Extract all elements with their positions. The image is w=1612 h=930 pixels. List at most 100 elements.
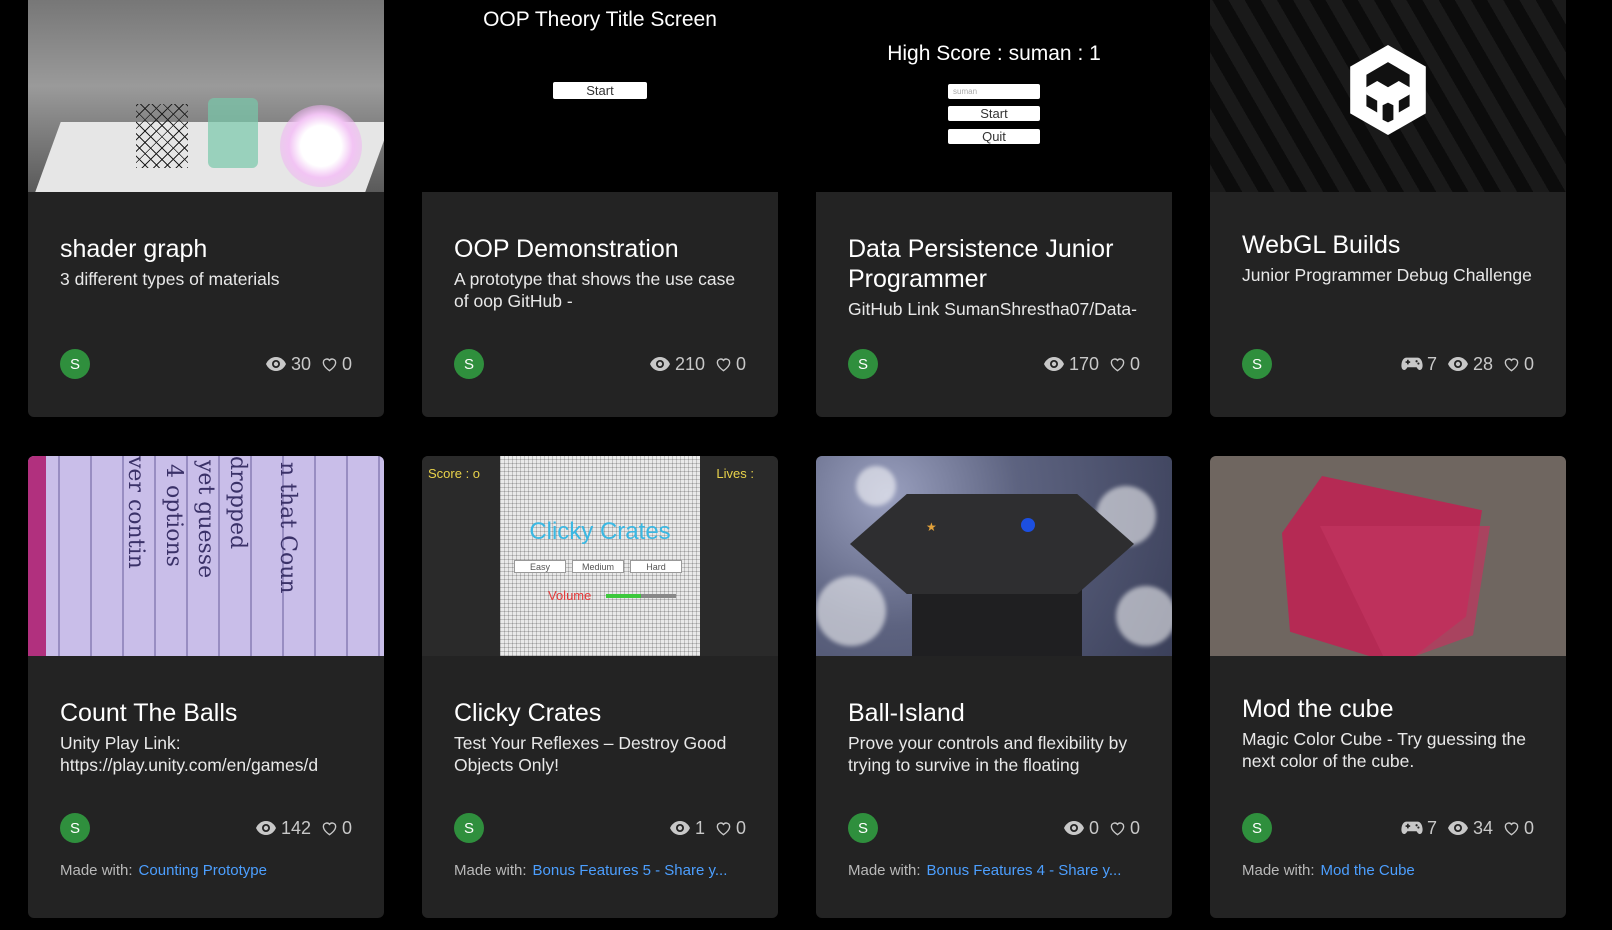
like-button[interactable]: 0 xyxy=(1503,818,1534,839)
heart-icon xyxy=(1110,821,1125,835)
avatar[interactable]: S xyxy=(848,813,878,843)
project-card[interactable]: OOP Theory Title Screen Start OOP Demons… xyxy=(422,0,778,417)
avatar[interactable]: S xyxy=(60,813,90,843)
like-button[interactable]: 0 xyxy=(1109,354,1140,375)
eye-icon xyxy=(265,357,286,371)
project-thumbnail[interactable] xyxy=(28,0,384,192)
project-thumbnail[interactable] xyxy=(1210,0,1566,192)
made-with-label: Made with: xyxy=(1242,862,1315,879)
views-count: 34 xyxy=(1472,817,1493,838)
project-card[interactable]: WebGL Builds Junior Programmer Debug Cha… xyxy=(1210,0,1566,417)
project-card[interactable]: shader graph 3 different types of materi… xyxy=(28,0,384,417)
likes-count: 0 xyxy=(1523,353,1534,374)
project-title[interactable]: Data Persistence Junior Programmer xyxy=(848,234,1140,294)
made-with-label: Made with: xyxy=(454,862,527,879)
eye-icon xyxy=(1447,821,1468,835)
views-stat: 30 xyxy=(265,354,311,375)
avatar[interactable]: S xyxy=(454,349,484,379)
project-card[interactable]: Score : o Lives : Clicky Crates Easy Med… xyxy=(422,456,778,918)
avatar[interactable]: S xyxy=(454,813,484,843)
eye-icon xyxy=(669,821,690,835)
views-count: 28 xyxy=(1472,353,1493,374)
made-with-link[interactable]: Bonus Features 4 - Share y... xyxy=(927,862,1122,879)
likes-count: 0 xyxy=(1129,353,1140,374)
like-button[interactable]: 0 xyxy=(1503,354,1534,375)
project-card[interactable]: High Score : suman : 1 suman Start Quit … xyxy=(816,0,1172,417)
project-description: A prototype that shows the use case of o… xyxy=(454,269,736,311)
project-title[interactable]: Count The Balls xyxy=(60,698,352,728)
likes-count: 0 xyxy=(735,353,746,374)
project-title[interactable]: WebGL Builds xyxy=(1242,230,1534,260)
project-title[interactable]: shader graph xyxy=(60,234,352,264)
likes-count: 0 xyxy=(735,817,746,838)
views-stat: 28 xyxy=(1447,354,1493,375)
project-description: Test Your Reflexes – Destroy Good Object… xyxy=(454,733,727,775)
made-with-label: Made with: xyxy=(60,862,133,879)
likes-count: 0 xyxy=(1129,817,1140,838)
heart-icon xyxy=(1504,821,1519,835)
views-stat: 1 xyxy=(669,818,705,839)
gamepad-icon xyxy=(1401,357,1423,370)
project-thumbnail[interactable]: n that Coun dropped yet guesse 4 options… xyxy=(28,456,384,656)
eye-icon xyxy=(255,821,276,835)
thumbnail-quit-button: Quit xyxy=(948,129,1040,144)
like-button[interactable]: 0 xyxy=(715,354,746,375)
views-count: 142 xyxy=(280,817,311,838)
thumbnail-medium: Medium xyxy=(572,560,624,573)
heart-icon xyxy=(1110,357,1125,371)
views-stat: 0 xyxy=(1063,818,1099,839)
made-with-link[interactable]: Mod the Cube xyxy=(1321,862,1415,879)
project-thumbnail[interactable] xyxy=(1210,456,1566,656)
project-card[interactable]: Mod the cube Magic Color Cube - Try gues… xyxy=(1210,456,1566,918)
views-count: 210 xyxy=(674,353,705,374)
plays-stat: 7 xyxy=(1401,818,1437,839)
views-stat: 170 xyxy=(1043,354,1099,375)
avatar[interactable]: S xyxy=(848,349,878,379)
views-count: 0 xyxy=(1088,817,1099,838)
thumbnail-easy: Easy xyxy=(514,560,566,573)
like-button[interactable]: 0 xyxy=(321,354,352,375)
project-grid: shader graph 3 different types of materi… xyxy=(0,0,1612,930)
views-stat: 142 xyxy=(255,818,311,839)
thumbnail-heading: High Score : suman : 1 xyxy=(887,42,1101,65)
project-description: Prove your controls and flexibility by t… xyxy=(848,733,1128,775)
avatar[interactable]: S xyxy=(1242,813,1272,843)
like-button[interactable]: 0 xyxy=(1109,818,1140,839)
thumbnail-hard: Hard xyxy=(630,560,682,573)
project-card[interactable]: n that Coun dropped yet guesse 4 options… xyxy=(28,456,384,918)
project-description: Junior Programmer Debug Challenge xyxy=(1242,265,1532,285)
thumbnail-start-button: Start xyxy=(553,82,647,99)
eye-icon xyxy=(1043,357,1064,371)
star-icon: ★ xyxy=(926,520,937,534)
like-button[interactable]: 0 xyxy=(321,818,352,839)
views-stat: 210 xyxy=(649,354,705,375)
eye-icon xyxy=(649,357,670,371)
project-card[interactable]: ★ Ball-Island Prove your controls and fl… xyxy=(816,456,1172,918)
project-title[interactable]: Ball-Island xyxy=(848,698,1140,728)
project-thumbnail[interactable]: ★ xyxy=(816,456,1172,656)
like-button[interactable]: 0 xyxy=(715,818,746,839)
thumbnail-lives: Lives : xyxy=(716,466,754,481)
thumbnail-volume-bar xyxy=(606,594,676,598)
project-description: GitHub Link SumanShrestha07/Data- xyxy=(848,299,1137,319)
likes-count: 0 xyxy=(341,817,352,838)
avatar[interactable]: S xyxy=(1242,349,1272,379)
made-with: Made with: Bonus Features 5 - Share y... xyxy=(454,862,727,879)
made-with-link[interactable]: Bonus Features 5 - Share y... xyxy=(533,862,728,879)
made-with: Made with: Mod the Cube xyxy=(1242,862,1415,879)
project-title[interactable]: Clicky Crates xyxy=(454,698,746,728)
heart-icon xyxy=(716,357,731,371)
project-thumbnail[interactable]: Score : o Lives : Clicky Crates Easy Med… xyxy=(422,456,778,656)
project-description: Unity Play Link: https://play.unity.com/… xyxy=(60,733,319,775)
made-with: Made with: Counting Prototype xyxy=(60,862,267,879)
project-thumbnail[interactable]: OOP Theory Title Screen Start xyxy=(422,0,778,192)
made-with-link[interactable]: Counting Prototype xyxy=(139,862,267,879)
project-title[interactable]: OOP Demonstration xyxy=(454,234,746,264)
thumbnail-start-button: Start xyxy=(948,106,1040,121)
project-thumbnail[interactable]: High Score : suman : 1 suman Start Quit xyxy=(816,0,1172,192)
thumbnail-name-input: suman xyxy=(948,84,1040,99)
eye-icon xyxy=(1447,357,1468,371)
avatar[interactable]: S xyxy=(60,349,90,379)
views-count: 1 xyxy=(694,817,705,838)
project-title[interactable]: Mod the cube xyxy=(1242,694,1534,724)
